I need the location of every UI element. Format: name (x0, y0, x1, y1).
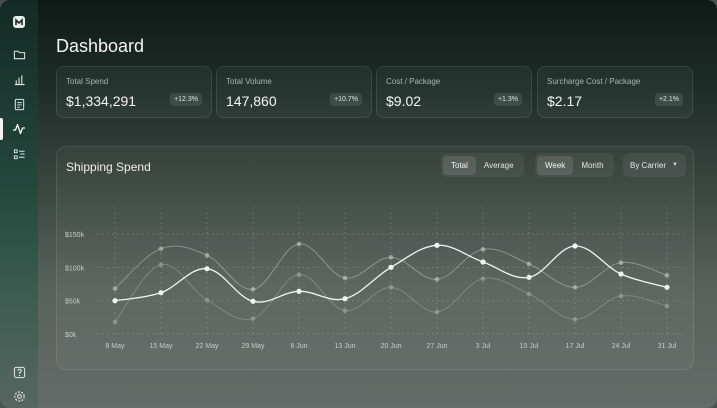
data-point (572, 317, 578, 322)
data-point (664, 284, 670, 290)
y-tick-label: $0k (65, 332, 77, 339)
x-tick-label: 22 May (196, 343, 219, 350)
main-content: Dashboard Total Spend $1,334,291 +12.3% … (38, 0, 717, 408)
x-tick-label: 15 May (150, 343, 173, 350)
x-tick-label: 17 Jul (566, 343, 585, 350)
data-point (480, 276, 486, 281)
kpi-value: $1,334,291 (66, 93, 137, 109)
data-point (388, 264, 394, 270)
kpi-change-badge: +12.3% (170, 93, 202, 106)
data-point (618, 271, 624, 277)
data-point (526, 291, 532, 297)
x-tick-label: 13 Jun (334, 343, 355, 350)
data-point (388, 255, 394, 260)
data-point (250, 287, 256, 292)
activity-icon[interactable] (11, 121, 27, 137)
data-point (664, 273, 670, 278)
y-tick-label: $50k (65, 299, 81, 306)
data-point (572, 285, 578, 290)
x-tick-label: 10 Jul (520, 343, 539, 350)
list-icon[interactable] (11, 146, 27, 162)
data-point (526, 261, 532, 267)
kpi-change-badge: +1.3% (493, 93, 522, 106)
data-point (204, 266, 210, 272)
y-tick-label: $150k (65, 232, 85, 239)
data-point (204, 297, 210, 303)
document-icon[interactable] (11, 96, 27, 112)
data-point (434, 242, 440, 248)
data-point (618, 293, 624, 299)
shipping-spend-line-chart: $0k $50k $100k $150k 8 May 15 May 22 May 29 May… (65, 207, 685, 350)
data-point (664, 303, 670, 309)
sidebar-active-indicator (0, 118, 3, 140)
data-point (342, 296, 348, 302)
kpi-change-badge: +10.7% (330, 93, 362, 106)
kpi-label: Total Volume (226, 77, 272, 86)
kpi-label: Total Spend (66, 77, 109, 86)
x-tick-label: 31 Jul (658, 343, 677, 350)
kpi-label: Cost / Package (386, 77, 441, 86)
data-point (112, 298, 118, 304)
data-point (342, 275, 348, 281)
help-icon[interactable] (11, 364, 27, 380)
data-point (480, 259, 486, 265)
settings-icon[interactable] (11, 388, 27, 404)
page-title: Dashboard (56, 36, 145, 56)
data-point (296, 272, 302, 277)
kpi-value: $2.17 (547, 93, 583, 109)
x-tick-label: 8 May (105, 343, 125, 350)
x-tick-label: 27 Jun (426, 343, 447, 350)
data-point (618, 260, 624, 265)
data-point (112, 286, 118, 291)
bar-chart-icon[interactable] (11, 71, 27, 87)
data-point (296, 241, 302, 247)
data-point (526, 274, 532, 280)
data-point (112, 319, 118, 325)
data-point (250, 298, 256, 304)
kpi-card-total-spend[interactable]: Total Spend $1,334,291 +12.3% (56, 66, 212, 118)
y-tick-label: $100k (65, 265, 85, 272)
kpi-value: $9.02 (386, 93, 422, 109)
logo-icon[interactable] (11, 14, 27, 30)
data-point (158, 290, 164, 296)
data-point (388, 285, 394, 290)
kpi-value: 147,860 (226, 93, 277, 109)
folder-icon[interactable] (11, 46, 27, 62)
data-point (250, 316, 256, 321)
x-tick-label: 24 Jul (612, 343, 631, 350)
data-point (480, 247, 486, 252)
kpi-card-surcharge-cost[interactable]: Surcharge Cost / Package $2.17 +2.1% (537, 66, 693, 118)
data-point (204, 253, 210, 258)
data-point (434, 309, 440, 315)
data-point (158, 262, 164, 267)
kpi-label: Surcharge Cost / Package (547, 77, 641, 86)
data-point (342, 308, 348, 313)
x-tick-label: 3 Jul (476, 343, 491, 350)
data-point (158, 246, 164, 251)
data-point (572, 243, 578, 249)
data-point (296, 288, 302, 294)
data-point (434, 277, 440, 282)
kpi-card-total-volume[interactable]: Total Volume 147,860 +10.7% (216, 66, 372, 118)
kpi-card-cost-per-package[interactable]: Cost / Package $9.02 +1.3% (376, 66, 532, 118)
x-tick-label: 6 Jun (290, 343, 307, 350)
kpi-change-badge: +2.1% (654, 93, 683, 106)
shipping-spend-card: Shipping Spend Total Average Week Month … (56, 146, 694, 370)
app-window: Dashboard Total Spend $1,334,291 +12.3% … (0, 0, 717, 408)
x-tick-label: 20 Jun (380, 343, 401, 350)
sidebar (0, 0, 38, 408)
x-tick-label: 29 May (242, 343, 265, 350)
